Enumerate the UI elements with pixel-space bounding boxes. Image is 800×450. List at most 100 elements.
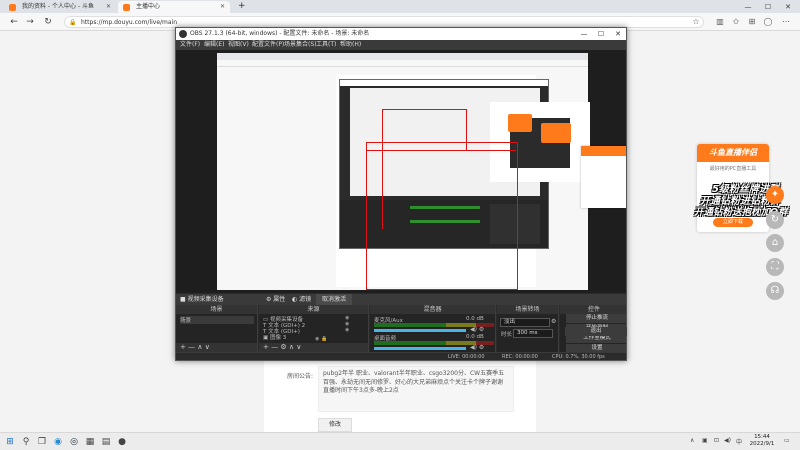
forward-arrow-icon[interactable]: → (24, 16, 36, 28)
controls-title: 控件 (560, 305, 626, 314)
gear-icon[interactable]: ⚙ (280, 343, 286, 351)
ime-icon[interactable]: 中 (736, 437, 742, 446)
obs-minimize-icon[interactable]: — (576, 28, 592, 40)
duration-input[interactable]: 300 ms (513, 329, 553, 338)
down-icon[interactable]: ∨ (205, 343, 210, 351)
speaker-icon[interactable]: ◀) ⚙ (470, 326, 484, 333)
stop-streaming-button[interactable]: 停止推流 (566, 314, 626, 323)
obs-close-icon[interactable]: ✕ (610, 28, 626, 40)
volume-slider[interactable] (374, 347, 466, 350)
filters-button[interactable]: ◐ 滤镜 (288, 294, 315, 305)
nested-obs-title (340, 80, 548, 86)
visibility-eye-icon[interactable]: ◉ (345, 327, 349, 333)
obs-maximize-icon[interactable]: ☐ (593, 28, 609, 40)
app-icon[interactable]: ▤ (100, 436, 112, 448)
collections-icon[interactable]: ⊞ (746, 16, 758, 28)
side-activity-icon[interactable]: ✦ (766, 186, 784, 204)
clock-date: 2022/9/1 (749, 441, 775, 447)
visibility-eye-icon[interactable]: ◉ 🔒 (315, 336, 327, 342)
close-tab-icon[interactable]: ✕ (220, 1, 225, 13)
mixer-channel-db: 0.0 dB (466, 334, 484, 340)
maximize-icon[interactable]: ☐ (760, 1, 776, 13)
obs-preview[interactable] (176, 50, 626, 293)
more-menu-icon[interactable]: ⋯ (780, 16, 792, 28)
back-arrow-icon[interactable]: ← (8, 16, 20, 28)
browser-tab-bar: 我的资料 - 个人中心 - 斗鱼 ✕ 主播中心 ✕ + — ☐ ✕ (0, 0, 800, 13)
clock-time: 15:44 (754, 434, 770, 440)
side-home-icon[interactable]: ⌂ (766, 234, 784, 252)
close-tab-icon[interactable]: ✕ (106, 1, 111, 13)
announcement-textarea[interactable]: pubg2年半 职业、valorant半年职业、csgo3200分、CW五赛季五… (318, 366, 514, 412)
menu-view[interactable]: 视图(V) (228, 40, 249, 50)
obs-docks: 场景 场景 + — ∧ ∨ 来源 ▭ 视频采集设备 T 文本 (GDI+) 2 … (176, 305, 626, 353)
selected-source-outline[interactable] (366, 142, 518, 290)
remove-icon[interactable]: — (188, 343, 195, 351)
tab-streamer-center[interactable]: 主播中心 ✕ (118, 1, 230, 13)
deactivate-button[interactable]: 取消激活 (316, 294, 352, 305)
obs-window[interactable]: OBS 27.1.3 (64-bit, windows) - 配置文件: 未命名… (175, 27, 627, 361)
up-icon[interactable]: ∧ (289, 343, 294, 351)
windows-taskbar: ⊞ ⚲ ❐ ◉ ◎ ▦ ▤ ● ∧ ▣ ⊡ ◀) 中 15:44 2022/9/… (0, 432, 800, 450)
sources-title: 来源 (259, 305, 368, 314)
douyu-favicon-icon (123, 4, 130, 11)
favorites-icon[interactable]: ✩ (730, 16, 742, 28)
taskbar-clock[interactable]: 15:44 2022/9/1 (744, 434, 780, 448)
menu-scene-collection[interactable]: 场景集合(S) (284, 40, 317, 50)
app-icon[interactable]: ▦ (84, 436, 96, 448)
notification-icon[interactable]: ▭ (784, 437, 790, 444)
new-tab-button[interactable]: + (234, 1, 246, 13)
menu-edit[interactable]: 编辑(E) (204, 40, 224, 50)
down-icon[interactable]: ∨ (296, 343, 301, 351)
split-screen-icon[interactable]: ▥ (714, 16, 726, 28)
source-item[interactable]: ▣ 图像 3 (263, 333, 286, 341)
duration-label: 时长 (501, 332, 513, 338)
exit-button[interactable]: 退出 (565, 327, 627, 336)
promo-panel[interactable]: 斗鱼直播伴侣 最好用的PC直播工具 5级粉丝牌进群 开通钻粉进钻粉群 开通钻粉送… (694, 144, 788, 232)
red-guide-line (382, 109, 467, 110)
volume-icon[interactable]: ◀) (724, 437, 731, 444)
network-icon[interactable]: ⊡ (714, 437, 719, 444)
mixer-channel-db: 0.0 dB (466, 316, 484, 322)
close-window-icon[interactable]: ✕ (780, 1, 796, 13)
up-icon[interactable]: ∧ (197, 343, 202, 351)
red-guide-line (366, 150, 516, 151)
announcement-label: 房间公告: (287, 373, 314, 380)
image-source-icon: ▣ (263, 335, 270, 341)
lock-icon: 🔒 (69, 19, 77, 26)
menu-profile[interactable]: 配置文件(P) (252, 40, 284, 50)
download-button[interactable]: 立即下载 (713, 218, 753, 227)
add-icon[interactable]: + (263, 343, 269, 351)
properties-button[interactable]: ⚙ 属性 (262, 294, 289, 305)
refresh-icon[interactable]: ↻ (42, 16, 54, 28)
remove-icon[interactable]: — (271, 343, 278, 351)
add-icon[interactable]: + (180, 343, 186, 351)
edge-browser-icon[interactable]: ◉ (52, 436, 64, 448)
speaker-icon[interactable]: ◀) ⚙ (470, 344, 484, 351)
windows-start-icon[interactable]: ⊞ (4, 436, 16, 448)
menu-file[interactable]: 文件(F) (180, 40, 200, 50)
tray-arrow-icon[interactable]: ∧ (690, 437, 694, 444)
steam-icon[interactable]: ◎ (68, 436, 80, 448)
search-icon[interactable]: ⚲ (20, 436, 32, 448)
obs-status-bar: LIVE: 00:00:00 REC: 00:00:00 CPU: 0.7%, … (176, 352, 626, 360)
menu-help[interactable]: 帮助(H) (340, 40, 361, 50)
volume-slider[interactable] (374, 329, 466, 332)
sources-footer: + — ⚙ ∧ ∨ (259, 343, 368, 352)
profile-icon[interactable]: ◯ (762, 16, 774, 28)
transition-gear-icon[interactable]: ⚙ (551, 318, 556, 325)
nested-browser-bar (217, 53, 588, 60)
tab-profile[interactable]: 我的资料 - 个人中心 - 斗鱼 ✕ (4, 1, 116, 13)
modify-button[interactable]: 修改 (318, 418, 352, 432)
side-refresh-icon[interactable]: ↻ (766, 211, 784, 229)
minimize-icon[interactable]: — (740, 1, 756, 13)
favorite-star-icon[interactable]: ☆ (690, 16, 702, 28)
obs-taskbar-icon[interactable]: ● (116, 436, 128, 448)
task-view-icon[interactable]: ❐ (36, 436, 48, 448)
scene-item[interactable]: 场景 (180, 316, 254, 324)
promo-title: 斗鱼直播伴侣 (697, 144, 769, 162)
side-screen-icon[interactable]: ⛶ (766, 258, 784, 276)
menu-tools[interactable]: 工具(T) (316, 40, 336, 50)
side-headset-icon[interactable]: ☊ (766, 282, 784, 300)
tray-app-icon[interactable]: ▣ (702, 437, 708, 444)
transition-select[interactable]: 淡出 (500, 318, 550, 327)
